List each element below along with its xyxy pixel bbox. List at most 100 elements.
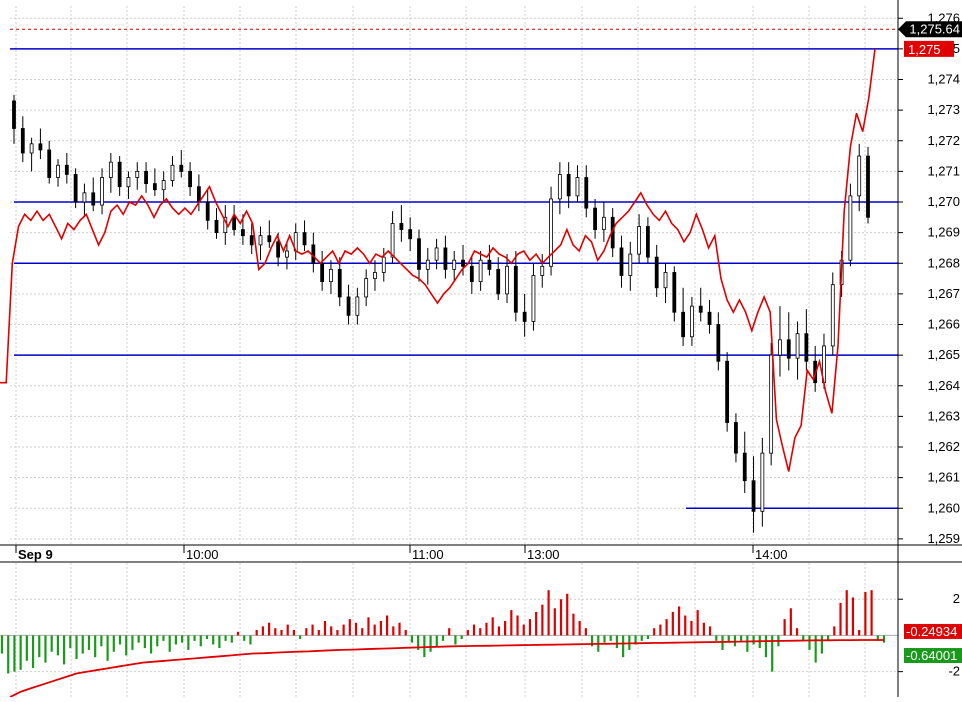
- candle-body: [566, 174, 571, 197]
- y-tick-label: 1,267: [927, 286, 960, 301]
- sub-y-tick-label: 2: [953, 591, 960, 606]
- candle-body: [232, 216, 237, 230]
- indicator-label-green: -0.64001: [906, 648, 957, 663]
- candle-body: [249, 235, 254, 246]
- candle-body: [505, 265, 509, 295]
- candle-body: [38, 143, 43, 151]
- candle-body: [408, 229, 413, 240]
- candle-body: [645, 226, 650, 258]
- candle-body: [637, 226, 641, 255]
- candle-body: [355, 296, 360, 316]
- y-tick-label: 1,272: [927, 133, 960, 148]
- chart-root: 1,2761,2751,2741,2731,2721,2711,2701,269…: [0, 0, 962, 698]
- candle-body: [478, 259, 483, 283]
- y-tick-label: 1,259: [927, 531, 960, 546]
- candle-body: [276, 241, 281, 258]
- candle-body: [690, 305, 694, 338]
- candle-body: [593, 207, 597, 230]
- candle-body: [161, 180, 166, 191]
- candle-body: [698, 305, 703, 313]
- y-tick-label: 1,262: [927, 439, 960, 454]
- candle-body: [100, 177, 104, 206]
- y-tick-label: 1,261: [927, 470, 960, 485]
- candle-body: [126, 177, 131, 188]
- candle-body: [628, 253, 633, 276]
- candle-body: [205, 201, 210, 221]
- candle-body: [267, 235, 272, 243]
- candle-body: [716, 324, 721, 362]
- candle-body: [337, 268, 342, 298]
- candle-body: [214, 219, 219, 234]
- candle-body: [117, 161, 122, 188]
- candle-body: [848, 195, 853, 261]
- candle-body: [47, 149, 52, 178]
- candle-body: [443, 247, 448, 270]
- candle-body: [469, 265, 474, 283]
- candle-body: [857, 155, 862, 197]
- candle-body: [513, 265, 518, 313]
- y-tick-label: 1,264: [927, 378, 960, 393]
- candle-body: [329, 268, 333, 283]
- y-tick-label: 1,263: [927, 408, 960, 423]
- candle-body: [425, 259, 430, 270]
- candle-body: [830, 284, 835, 347]
- candle-body: [601, 216, 606, 230]
- candle-body: [285, 250, 289, 258]
- candle-body: [91, 192, 96, 206]
- candle-body: [320, 262, 325, 283]
- candle-body: [452, 259, 457, 270]
- candle-body: [672, 272, 677, 313]
- candle-body: [575, 177, 580, 197]
- candle-body: [487, 259, 492, 270]
- candle-body: [152, 183, 157, 191]
- candle-body: [540, 265, 545, 276]
- y-tick-label: 1,265: [927, 347, 960, 362]
- candle-body: [786, 339, 791, 359]
- y-tick-label: 1,260: [927, 500, 960, 515]
- candle-body: [778, 339, 782, 356]
- candle-body: [373, 272, 377, 279]
- candle-body: [29, 143, 34, 154]
- indicator-label-red: -0.24934: [906, 624, 957, 639]
- candle-body: [725, 360, 730, 423]
- candle-body: [531, 275, 536, 322]
- candle-body: [734, 422, 738, 454]
- candle-body: [751, 480, 756, 512]
- candle-body: [522, 311, 527, 322]
- candle-body: [170, 164, 175, 181]
- y-tick-label: 1,271: [927, 163, 960, 178]
- candle-body: [434, 247, 439, 261]
- candle-body: [707, 311, 712, 325]
- candle-body: [663, 272, 668, 289]
- candle-body: [557, 174, 562, 200]
- candle-body: [20, 128, 25, 154]
- y-tick-label: 1,274: [927, 72, 960, 87]
- candle-body: [795, 333, 800, 359]
- candle-body: [681, 311, 686, 338]
- candle-body: [241, 229, 245, 237]
- x-tick-label: 13:00: [527, 547, 560, 562]
- y-tick-label: 1,266: [927, 317, 960, 332]
- candle-body: [64, 164, 69, 175]
- candle-body: [866, 155, 870, 218]
- x-tick-label: 11:00: [412, 547, 444, 562]
- candle-body: [82, 192, 87, 203]
- candle-body: [302, 232, 307, 246]
- candle-body: [135, 170, 140, 178]
- candle-body: [179, 164, 184, 172]
- candle-body: [188, 170, 192, 188]
- candle-body: [461, 259, 465, 267]
- candle-body: [760, 452, 765, 512]
- x-tick-label: 10:00: [186, 547, 219, 562]
- candle-body: [390, 223, 395, 258]
- candle-body: [496, 268, 501, 295]
- last-price-label: 1,275.64: [909, 21, 960, 36]
- x-tick-label: 14:00: [755, 547, 788, 562]
- candlestick-series: [12, 94, 870, 533]
- candle-body: [73, 174, 78, 203]
- y-tick-label: 1,273: [927, 102, 960, 117]
- candle-body: [804, 333, 809, 362]
- x-tick-label: Sep 9: [18, 547, 53, 562]
- candle-body: [364, 278, 369, 298]
- candle-body: [399, 223, 404, 230]
